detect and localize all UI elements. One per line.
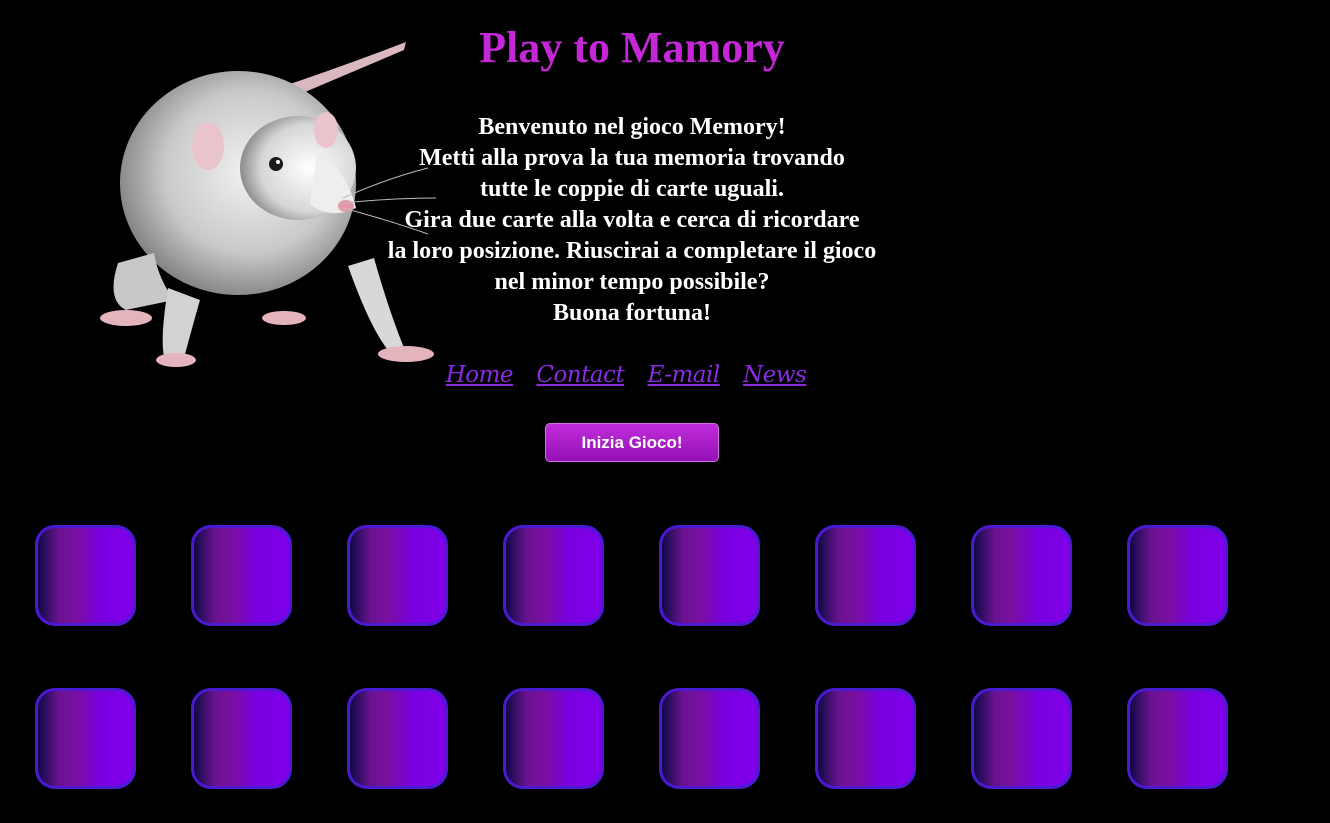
memory-card[interactable] [35, 688, 136, 789]
memory-card[interactable] [503, 688, 604, 789]
intro-line: nel minor tempo possibile? [494, 269, 770, 295]
intro-line: Gira due carte alla volta e cerca di ric… [404, 207, 860, 233]
intro-line: tutte le coppie di carte uguali. [480, 176, 784, 202]
main-nav: Home Contact E-mail News [0, 362, 1252, 388]
memory-card[interactable] [1127, 525, 1228, 626]
intro-line: Metti alla prova la tua memoria trovando [419, 145, 845, 171]
memory-card[interactable] [503, 525, 604, 626]
memory-card[interactable] [191, 688, 292, 789]
intro-line: Benvenuto nel gioco Memory! [478, 114, 786, 140]
nav-link-contact[interactable]: Contact [536, 362, 624, 388]
page: Play to Mamory Benvenuto nel gioco Memor… [0, 0, 1330, 823]
nav-link-news[interactable]: News [743, 362, 807, 388]
memory-card[interactable] [815, 525, 916, 626]
memory-card[interactable] [347, 688, 448, 789]
intro-line: Buona fortuna! [552, 300, 712, 326]
intro-text: Benvenuto nel gioco Memory! Metti alla p… [332, 112, 932, 329]
memory-card[interactable] [347, 525, 448, 626]
memory-card[interactable] [659, 525, 760, 626]
memory-card[interactable] [815, 688, 916, 789]
memory-card[interactable] [971, 688, 1072, 789]
nav-link-email[interactable]: E-mail [648, 362, 721, 388]
intro-line: la loro posizione. Riuscirai a completar… [387, 238, 877, 264]
start-game-button[interactable]: Inizia Gioco! [545, 423, 719, 462]
page-title: Play to Mamory [479, 23, 785, 72]
memory-card[interactable] [191, 525, 292, 626]
memory-card[interactable] [971, 525, 1072, 626]
memory-card[interactable] [659, 688, 760, 789]
memory-card[interactable] [35, 525, 136, 626]
memory-card[interactable] [1127, 688, 1228, 789]
nav-link-home[interactable]: Home [446, 362, 514, 388]
